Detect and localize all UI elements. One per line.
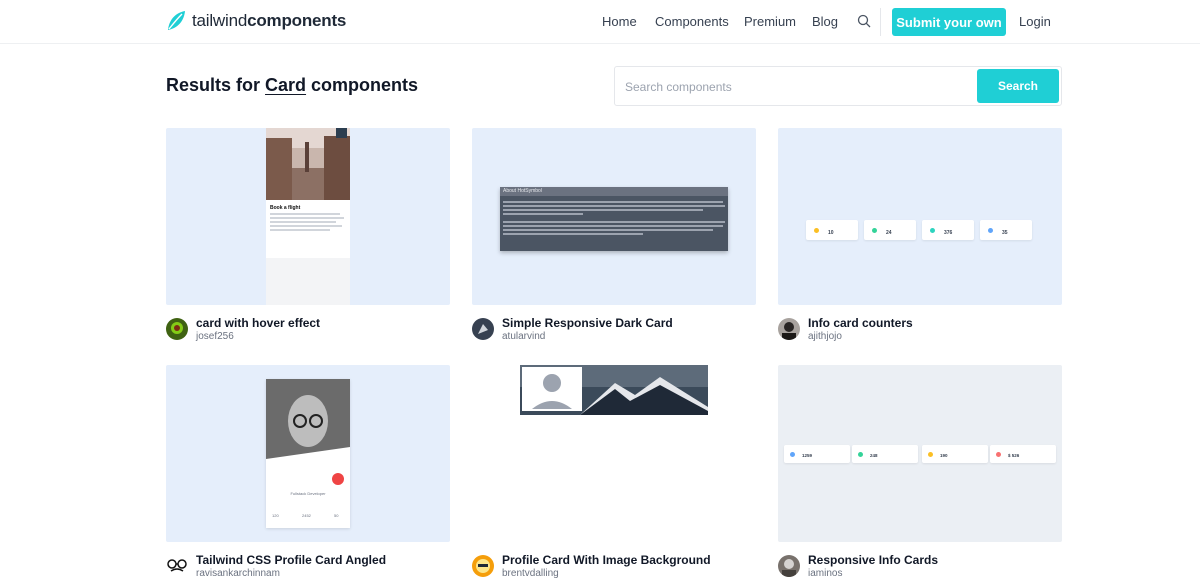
preview-profile-name: JOHN DOE [295,457,321,463]
card-meta: Profile Card With Image Background brent… [472,552,756,580]
nav-blog-link[interactable]: Blog [812,14,838,29]
nav-divider [880,8,881,36]
preview-info-card: $ 526 [990,445,1056,463]
card-meta: Responsive Info Cards iaminos [778,552,1062,580]
card-title[interactable]: card with hover effect [196,316,320,330]
search-keyword[interactable]: Card [265,75,306,95]
preview-counter: 376 [922,220,974,240]
nav-home-link[interactable]: Home [602,14,637,29]
card-title[interactable]: Profile Card With Image Background [502,553,711,567]
component-preview[interactable]: Book a flight [166,128,450,305]
search-input[interactable] [625,77,965,97]
card-title[interactable]: Simple Responsive Dark Card [502,316,673,330]
card-author[interactable]: josef256 [196,331,234,342]
card-title[interactable]: Responsive Info Cards [808,553,938,567]
search-form: Search [614,66,1062,106]
component-preview[interactable]: About HotSymbol [472,128,756,305]
author-avatar[interactable] [166,555,188,577]
submit-your-own-button[interactable]: Submit your own [892,8,1006,36]
preview-fab [332,473,344,485]
logo-text: tailwindcomponents [192,11,347,30]
author-avatar[interactable] [778,555,800,577]
login-link[interactable]: Login [1019,14,1051,29]
component-preview[interactable] [472,365,756,542]
author-avatar[interactable] [472,555,494,577]
card-meta: card with hover effect josef256 [166,315,450,343]
card-author[interactable]: atularvind [502,331,545,342]
component-preview[interactable]: 1259 248 190 $ 526 [778,365,1062,542]
paris-street-image [266,128,350,200]
preview-counter: 10 [806,220,858,240]
author-avatar[interactable] [166,318,188,340]
preview-info-card: 1259 [784,445,850,463]
page-title: Results for Card components [166,75,419,95]
component-preview[interactable]: JOHN DOE Fullstack Developer 120 2452 50 [166,365,450,542]
card-meta: Simple Responsive Dark Card atularvind [472,315,756,343]
search-icon[interactable] [857,14,871,28]
card-author[interactable]: brentvdalling [502,568,559,579]
nav-premium-link[interactable]: Premium [744,14,796,29]
logo[interactable]: tailwindcomponents [166,10,346,32]
preview-info-card: 248 [852,445,918,463]
component-preview[interactable]: 10 24 376 35 [778,128,1062,305]
search-button[interactable]: Search [977,69,1059,103]
card-author[interactable]: iaminos [808,568,842,579]
preview-dark-card: About HotSymbol [500,187,728,251]
preview-profile-card: JOHN DOE Fullstack Developer 120 2452 50 [266,379,350,528]
card-meta: Info card counters ajithjojo [778,315,1062,343]
leaf-logo-icon [168,11,185,30]
top-navbar: tailwindcomponents Home Components Premi… [0,0,1200,44]
card-author[interactable]: ajithjojo [808,331,842,342]
preview-dark-title: About HotSymbol [503,188,542,194]
card-title[interactable]: Info card counters [808,316,913,330]
nav-components-link[interactable]: Components [655,14,729,29]
preview-counter: 35 [980,220,1032,240]
card-title[interactable]: Tailwind CSS Profile Card Angled [196,553,386,567]
author-avatar[interactable] [778,318,800,340]
preview-counter: 24 [864,220,916,240]
preview-card-title: Book a flight [270,205,301,211]
preview-info-card: 190 [922,445,988,463]
author-avatar[interactable] [472,318,494,340]
card-meta: Tailwind CSS Profile Card Angled ravisan… [166,552,450,580]
card-author[interactable]: ravisankarchinnam [196,568,280,579]
preview-phone: Book a flight [266,128,350,305]
preview-card-body: Book a flight [266,200,350,258]
mountain-banner-image [520,365,708,415]
